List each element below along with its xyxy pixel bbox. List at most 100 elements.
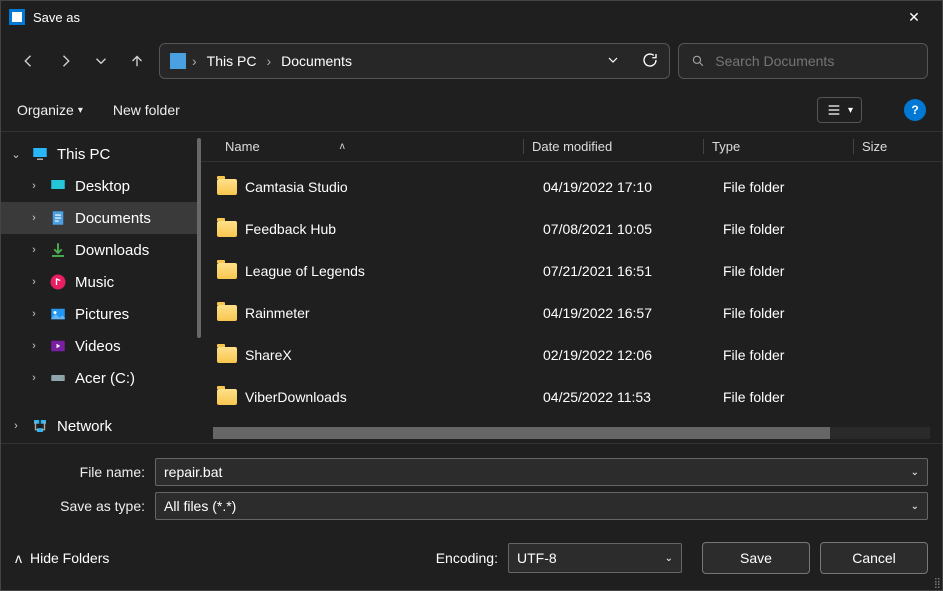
address-bar[interactable]: › This PC › Documents [159, 43, 670, 79]
search-input[interactable] [715, 53, 915, 69]
file-date: 07/21/2021 16:51 [535, 263, 715, 279]
tree-scrollbar[interactable] [197, 138, 201, 338]
encoding-combo[interactable]: UTF-8 ⌄ [508, 543, 682, 573]
file-date: 07/08/2021 10:05 [535, 221, 715, 237]
folder-icon [217, 263, 237, 279]
file-name: ViberDownloads [245, 389, 535, 405]
file-type: File folder [715, 347, 865, 363]
breadcrumb-root[interactable]: This PC [203, 53, 261, 69]
tree-item-videos[interactable]: › Videos [1, 330, 201, 362]
refresh-button[interactable] [641, 51, 659, 72]
tree-item-label: Pictures [75, 306, 129, 323]
savetype-value: All files (*.*) [164, 498, 236, 514]
chevron-down-icon[interactable]: ⌄ [911, 501, 919, 512]
chevron-icon[interactable]: › [27, 276, 41, 288]
chevron-right-icon: › [266, 53, 271, 69]
file-row[interactable]: ViberDownloads04/25/2022 11:53File folde… [201, 376, 942, 418]
sort-asc-icon: ʌ [340, 141, 345, 152]
resize-grip[interactable]: ⣿ [934, 578, 939, 589]
savetype-combo[interactable]: All files (*.*) ⌄ [155, 492, 928, 520]
column-type[interactable]: Type [703, 139, 853, 154]
chevron-icon[interactable]: › [27, 212, 41, 224]
tree-item-this-pc[interactable]: ⌄This PC [1, 138, 201, 170]
file-type: File folder [715, 179, 865, 195]
view-options-button[interactable]: ▾ [817, 97, 862, 123]
file-name: League of Legends [245, 263, 535, 279]
chevron-icon[interactable]: › [9, 420, 23, 432]
file-row[interactable]: Rainmeter04/19/2022 16:57File folder [201, 292, 942, 334]
tree-item-label: Documents [75, 210, 151, 227]
chevron-icon[interactable]: › [27, 180, 41, 192]
savetype-label: Save as type: [15, 498, 155, 514]
tree-item-label: Network [57, 418, 112, 435]
chevron-icon[interactable]: › [27, 340, 41, 352]
file-row[interactable]: Feedback Hub07/08/2021 10:05File folder [201, 208, 942, 250]
breadcrumb-current[interactable]: Documents [277, 53, 356, 69]
close-button[interactable]: ✕ [894, 9, 934, 26]
new-folder-button[interactable]: New folder [113, 102, 180, 118]
file-pane: Nameʌ Date modified Type Size Camtasia S… [201, 132, 942, 443]
chevron-icon[interactable]: ⌄ [9, 148, 23, 161]
tree-item-music[interactable]: ›Music [1, 266, 201, 298]
file-type: File folder [715, 263, 865, 279]
tree-item-documents[interactable]: › Documents [1, 202, 201, 234]
folder-icon [217, 347, 237, 363]
search-icon [691, 53, 705, 69]
chevron-up-icon: ʌ [15, 550, 22, 566]
chevron-down-icon[interactable]: ⌄ [665, 553, 673, 564]
file-date: 02/19/2022 12:06 [535, 347, 715, 363]
file-name: Camtasia Studio [245, 179, 535, 195]
tree-item-label: Downloads [75, 242, 149, 259]
column-name[interactable]: Nameʌ [213, 139, 523, 154]
folder-icon [217, 179, 237, 195]
hide-folders-button[interactable]: ʌ Hide Folders [15, 550, 109, 566]
file-row[interactable]: ShareX02/19/2022 12:06File folder [201, 334, 942, 376]
titlebar: Save as ✕ [1, 1, 942, 33]
tree-item-desktop[interactable]: ›Desktop [1, 170, 201, 202]
forward-button[interactable] [51, 47, 79, 75]
search-box[interactable] [678, 43, 928, 79]
file-list: Camtasia Studio04/19/2022 17:10File fold… [201, 162, 942, 427]
file-row[interactable]: League of Legends07/21/2021 16:51File fo… [201, 250, 942, 292]
chevron-down-icon[interactable]: ⌄ [911, 467, 919, 478]
file-date: 04/19/2022 16:57 [535, 305, 715, 321]
folder-icon [217, 221, 237, 237]
tree-item-downloads[interactable]: › Downloads [1, 234, 201, 266]
chevron-icon[interactable]: › [27, 244, 41, 256]
column-headers: Nameʌ Date modified Type Size [201, 132, 942, 162]
file-type: File folder [715, 305, 865, 321]
up-button[interactable] [123, 47, 151, 75]
cancel-button[interactable]: Cancel [820, 542, 928, 574]
location-icon [170, 53, 186, 69]
file-name: Feedback Hub [245, 221, 535, 237]
encoding-label: Encoding: [436, 550, 498, 566]
file-row[interactable]: Camtasia Studio04/19/2022 17:10File fold… [201, 166, 942, 208]
tree-item-network[interactable]: › Network [1, 410, 201, 442]
doc-icon [49, 209, 67, 227]
column-size[interactable]: Size [853, 139, 930, 154]
chevron-icon[interactable]: › [27, 372, 41, 384]
navbar: › This PC › Documents [1, 33, 942, 89]
file-date: 04/19/2022 17:10 [535, 179, 715, 195]
filename-input[interactable] [164, 464, 911, 480]
filename-combo[interactable]: ⌄ [155, 458, 928, 486]
folder-icon [217, 305, 237, 321]
chevron-icon[interactable]: › [27, 308, 41, 320]
help-button[interactable]: ? [904, 99, 926, 121]
horizontal-scrollbar[interactable] [213, 427, 930, 439]
network-icon [31, 417, 49, 435]
back-button[interactable] [15, 47, 43, 75]
tree-item-label: Videos [75, 338, 121, 355]
picture-icon [49, 305, 67, 323]
fields-area: File name: ⌄ Save as type: All files (*.… [1, 444, 942, 530]
tree-item-pictures[interactable]: › Pictures [1, 298, 201, 330]
list-icon [826, 102, 842, 118]
organize-button[interactable]: Organize ▾ [17, 102, 83, 118]
address-dropdown[interactable] [605, 52, 621, 71]
file-name: Rainmeter [245, 305, 535, 321]
save-button[interactable]: Save [702, 542, 810, 574]
column-date[interactable]: Date modified [523, 139, 703, 154]
monitor-icon [31, 145, 49, 163]
tree-item-acer-c-[interactable]: ›Acer (C:) [1, 362, 201, 394]
recent-dropdown[interactable] [87, 47, 115, 75]
